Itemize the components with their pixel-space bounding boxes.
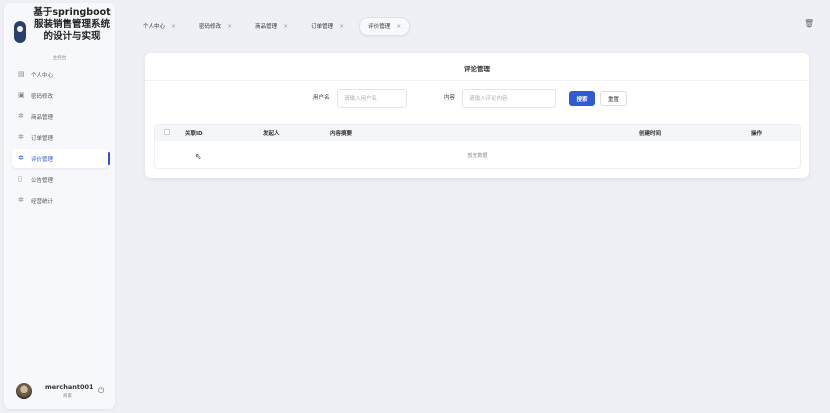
table-header: 关联ID 发起人 内容摘要 创建时间 操作 — [155, 125, 800, 141]
tab-bar: 个人中心 × 密码修改 × 商品管理 × 订单管理 × 评价管理 × — [135, 15, 417, 37]
sidebar-item-password[interactable]: ▣ 密码修改 — [12, 86, 107, 105]
sidebar-menu: ▤ 个人中心 ▣ 密码修改 ✲ 商品管理 ✲ 订单管理 ✲ 评价管理 ▯ 公告管… — [4, 65, 115, 212]
page-title: 评论管理 — [464, 65, 490, 73]
sidebar-item-reviews[interactable]: ✲ 评价管理 — [12, 149, 110, 168]
tab-label: 评价管理 — [368, 24, 391, 30]
tab-label: 商品管理 — [255, 24, 278, 30]
gear-icon: ✲ — [18, 154, 24, 162]
trash-icon[interactable]: 🗑 — [804, 19, 814, 28]
empty-state: 暂无数据 — [467, 152, 488, 159]
column-header[interactable]: 操作 — [751, 129, 762, 137]
sidebar: 基于springboot服装销售管理系统的设计与实现 主控台 ▤ 个人中心 ▣ … — [4, 3, 115, 409]
sidebar-item-products[interactable]: ✲ 商品管理 — [12, 107, 107, 126]
tab-reviews[interactable]: 评价管理 × — [359, 16, 411, 36]
lock-icon: ▣ — [18, 91, 25, 99]
user-role: 商家 — [63, 394, 72, 399]
reviews-table: 关联ID 发起人 内容摘要 创建时间 操作 暂无数据 — [154, 124, 801, 169]
user-area: merchant001 商家 ⏻ — [16, 381, 111, 401]
logo-icon — [14, 21, 26, 43]
user-info: merchant001 商家 — [45, 383, 94, 399]
document-icon: ▯ — [18, 175, 22, 183]
sidebar-item-label: 个人中心 — [31, 72, 54, 79]
search-button[interactable]: 搜索 — [569, 91, 595, 106]
sidebar-item-label: 密码修改 — [31, 93, 54, 100]
close-icon[interactable]: × — [396, 23, 401, 30]
logout-power-icon[interactable]: ⏻ — [98, 386, 104, 396]
tab-products[interactable]: 商品管理 × — [247, 17, 296, 36]
gear-icon: ✲ — [18, 196, 24, 204]
role-label: 主控台 — [52, 56, 67, 61]
tab-profile[interactable]: 个人中心 × — [135, 17, 184, 36]
column-header[interactable]: 创建时间 — [639, 129, 661, 137]
tab-label: 密码修改 — [199, 24, 222, 30]
sidebar-item-label: 评价管理 — [31, 156, 54, 163]
sidebar-item-label: 经营统计 — [31, 198, 54, 205]
divider — [145, 80, 809, 81]
column-header[interactable]: 发起人 — [263, 129, 280, 137]
gear-icon: ✲ — [18, 112, 24, 120]
select-all-checkbox[interactable] — [164, 129, 170, 135]
username-label: 用户名 — [313, 95, 330, 101]
sidebar-item-profile[interactable]: ▤ 个人中心 — [12, 65, 107, 84]
user-card-icon: ▤ — [18, 70, 25, 78]
sidebar-item-statistics[interactable]: ✲ 经营统计 — [12, 191, 107, 210]
close-icon[interactable]: × — [227, 23, 232, 30]
sidebar-item-orders[interactable]: ✲ 订单管理 — [12, 128, 107, 147]
sidebar-item-label: 商品管理 — [31, 114, 54, 121]
username-input[interactable] — [337, 89, 407, 108]
tab-label: 个人中心 — [143, 24, 166, 30]
sidebar-item-label: 订单管理 — [31, 135, 54, 142]
username: merchant001 — [45, 383, 94, 391]
content-input[interactable] — [462, 89, 556, 108]
tab-password[interactable]: 密码修改 × — [191, 17, 240, 36]
app-title: 基于springboot服装销售管理系统的设计与实现 — [33, 7, 111, 42]
brand: 基于springboot服装销售管理系统的设计与实现 — [14, 7, 114, 43]
column-header[interactable]: 关联ID — [185, 129, 203, 137]
content-label: 内容 — [444, 95, 456, 101]
tab-label: 订单管理 — [311, 24, 334, 30]
tab-orders[interactable]: 订单管理 × — [303, 17, 352, 36]
close-icon[interactable]: × — [171, 23, 176, 30]
gear-icon: ✲ — [18, 133, 24, 141]
avatar[interactable] — [16, 383, 32, 399]
sidebar-item-label: 公告管理 — [31, 177, 54, 184]
sidebar-item-announcements[interactable]: ▯ 公告管理 — [12, 170, 107, 189]
reset-button[interactable]: 重置 — [600, 91, 627, 106]
close-icon[interactable]: × — [283, 23, 288, 30]
mouse-cursor-icon: ⇖ — [195, 152, 202, 161]
close-icon[interactable]: × — [339, 23, 344, 30]
column-header[interactable]: 内容摘要 — [330, 129, 352, 137]
review-management-card: 评论管理 用户名 内容 搜索 重置 关联ID 发起人 内容摘要 创建时间 操作 … — [145, 53, 809, 178]
